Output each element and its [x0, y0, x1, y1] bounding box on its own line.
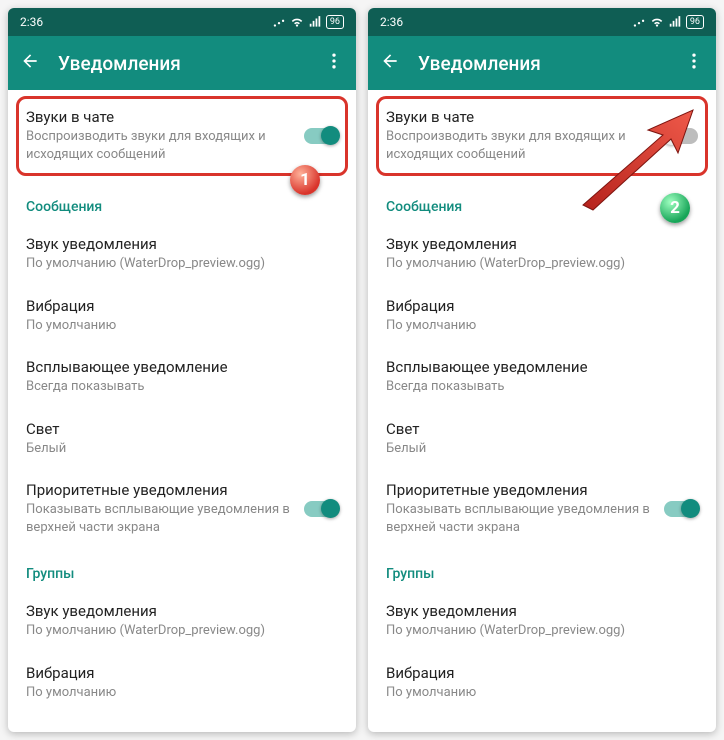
section-header-groups: Группы [8, 548, 356, 590]
wifi-icon [290, 15, 304, 29]
vibration-row[interactable]: Вибрация По умолчанию [8, 285, 356, 347]
section-header-groups: Группы [368, 548, 716, 590]
phone-screenshot-right: 2:36 96 Уведомления Звуки в чате Воспрои… [368, 8, 716, 732]
cell-signal-icon [668, 15, 682, 29]
priority-toggle[interactable] [304, 501, 338, 517]
overflow-menu-button[interactable] [324, 51, 344, 75]
battery-indicator: 96 [686, 15, 704, 29]
notification-sound-row[interactable]: Звук уведомления По умолчанию (WaterDrop… [8, 223, 356, 285]
back-arrow-icon [20, 51, 40, 71]
back-button[interactable] [20, 51, 40, 75]
signal-dots-icon [272, 15, 286, 29]
popup-row[interactable]: Всплывающее уведомление Всегда показыват… [8, 346, 356, 408]
phone-screenshot-left: 2:36 96 Уведомления Звуки в чате Воспрои… [8, 8, 356, 732]
light-row[interactable]: Свет Белый [8, 408, 356, 470]
more-vert-icon [324, 51, 344, 71]
priority-row[interactable]: Приоритетные уведомления Показывать вспл… [368, 469, 716, 548]
status-time: 2:36 [20, 15, 43, 29]
section-header-messages: Сообщения [8, 181, 356, 223]
back-button[interactable] [380, 51, 400, 75]
chat-sounds-toggle[interactable] [304, 128, 338, 144]
more-vert-icon [684, 51, 704, 71]
status-bar: 2:36 96 [368, 8, 716, 36]
chat-sounds-title: Звуки в чате [26, 108, 292, 126]
chat-sounds-toggle[interactable] [664, 128, 698, 144]
app-bar: Уведомления [368, 36, 716, 90]
notification-sound-row[interactable]: Звук уведомления По умолчанию (WaterDrop… [368, 223, 716, 285]
chat-sounds-desc: Воспроизводить звуки для входящих и исхо… [386, 128, 652, 163]
vibration-row[interactable]: Вибрация По умолчанию [368, 285, 716, 347]
back-arrow-icon [380, 51, 400, 71]
battery-indicator: 96 [326, 15, 344, 29]
priority-toggle[interactable] [664, 501, 698, 517]
status-bar: 2:36 96 [8, 8, 356, 36]
chat-sounds-title: Звуки в чате [386, 108, 652, 126]
chat-sounds-row[interactable]: Звуки в чате Воспроизводить звуки для вх… [368, 90, 716, 181]
signal-dots-icon [632, 15, 646, 29]
page-title: Уведомления [418, 52, 666, 75]
cell-signal-icon [308, 15, 322, 29]
group-sound-row[interactable]: Звук уведомления По умолчанию (WaterDrop… [368, 590, 716, 652]
chat-sounds-desc: Воспроизводить звуки для входящих и исхо… [26, 128, 292, 163]
settings-list: Звуки в чате Воспроизводить звуки для вх… [8, 90, 356, 732]
status-icons: 96 [632, 15, 704, 29]
settings-list: Звуки в чате Воспроизводить звуки для вх… [368, 90, 716, 732]
priority-row[interactable]: Приоритетные уведомления Показывать вспл… [8, 469, 356, 548]
app-bar: Уведомления [8, 36, 356, 90]
light-row[interactable]: Свет Белый [368, 408, 716, 470]
popup-row[interactable]: Всплывающее уведомление Всегда показыват… [368, 346, 716, 408]
section-header-messages: Сообщения [368, 181, 716, 223]
wifi-icon [650, 15, 664, 29]
group-sound-row[interactable]: Звук уведомления По умолчанию (WaterDrop… [8, 590, 356, 652]
chat-sounds-row[interactable]: Звуки в чате Воспроизводить звуки для вх… [8, 90, 356, 181]
group-vibration-row[interactable]: Вибрация По умолчанию [8, 652, 356, 714]
status-time: 2:36 [380, 15, 403, 29]
group-vibration-row[interactable]: Вибрация По умолчанию [368, 652, 716, 714]
page-title: Уведомления [58, 52, 306, 75]
overflow-menu-button[interactable] [684, 51, 704, 75]
status-icons: 96 [272, 15, 344, 29]
